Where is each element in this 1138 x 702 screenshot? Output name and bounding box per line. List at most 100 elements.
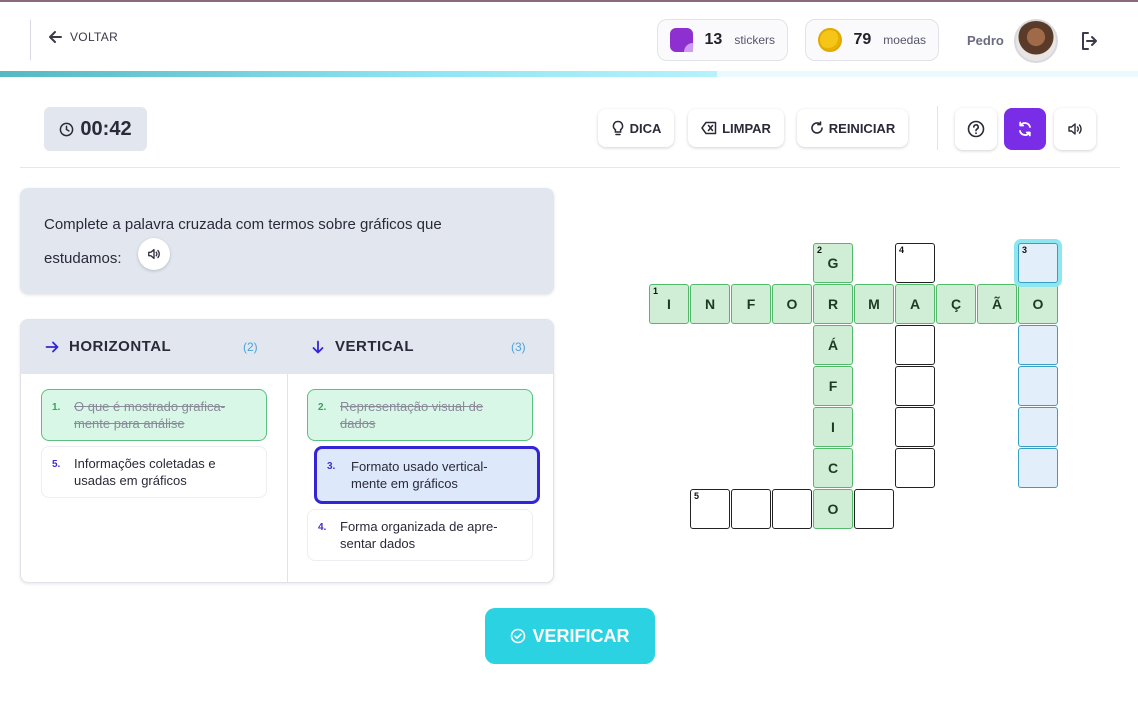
clue-number: 2. [318, 402, 327, 413]
clock-icon [60, 122, 74, 136]
cell-number: 1 [653, 286, 659, 296]
help-button[interactable] [955, 108, 997, 150]
cell-1-4[interactable]: O [772, 284, 812, 324]
cell-4-1[interactable]: 4 [895, 243, 935, 283]
clue-horizontal-1[interactable]: 1. O que é mostrado grafica- mente para … [41, 389, 267, 441]
cell-2-7[interactable]: O [813, 489, 853, 529]
clue-number: 4. [318, 522, 327, 533]
clue-text-line1: Forma organizada de apre- [340, 519, 498, 534]
stickers-label: stickers [734, 33, 775, 47]
cell-1-7[interactable]: A [895, 284, 935, 324]
toolbar-separator [937, 106, 938, 150]
cell-letter: C [827, 460, 839, 476]
clue-vertical-3[interactable]: 3. Formato usado vertical- mente em gráf… [314, 446, 540, 504]
cell-1-6[interactable]: M [854, 284, 894, 324]
cell-1-9[interactable]: Ã [977, 284, 1017, 324]
vertical-title: VERTICAL [311, 338, 414, 355]
cell-2-1[interactable]: 2G [813, 243, 853, 283]
clue-text-line2: mente para análise [74, 416, 185, 431]
cell-3-1[interactable]: 3 [1018, 243, 1058, 283]
horizontal-title: HORIZONTAL [45, 338, 171, 355]
cell-letter: M [868, 296, 880, 312]
backspace-icon [701, 121, 717, 135]
progress-fill [0, 71, 717, 77]
coins-count: 79 [853, 31, 872, 48]
cell-5-2[interactable] [731, 489, 771, 529]
volume-icon [1068, 123, 1082, 135]
coin-icon [818, 28, 842, 52]
clue-text-line2: dados [340, 416, 376, 431]
hint-label: DICA [629, 120, 662, 136]
cell-5-5[interactable] [854, 489, 894, 529]
cell-2-3[interactable]: Á [813, 325, 853, 365]
cell-3-6[interactable] [1018, 448, 1058, 488]
cell-2-4[interactable]: F [813, 366, 853, 406]
cell-5-3[interactable] [772, 489, 812, 529]
cell-1-1[interactable]: 1I [649, 284, 689, 324]
clue-vertical-2[interactable]: 2. Representação visual de dados [307, 389, 533, 441]
cell-2-5[interactable]: I [813, 407, 853, 447]
hint-button[interactable]: DICA [598, 109, 674, 147]
cell-letter: O [786, 296, 798, 312]
sync-button[interactable] [1004, 108, 1046, 150]
cell-1-3[interactable]: F [731, 284, 771, 324]
cell-1-5[interactable]: R [813, 284, 853, 324]
cell-letter: R [827, 296, 839, 312]
clue-horizontal-5[interactable]: 5. Informações coletadas e usadas em grá… [41, 446, 267, 498]
instruction-text-line2: estudamos: [44, 250, 122, 267]
volume-button[interactable] [1054, 108, 1096, 150]
clear-label: LIMPAR [722, 120, 771, 136]
read-aloud-button[interactable] [138, 238, 170, 270]
stickers-counter[interactable]: 13 stickers [657, 19, 788, 61]
clue-vertical-4[interactable]: 4. Forma organizada de apre- sentar dado… [307, 509, 533, 561]
cell-4-5[interactable] [895, 407, 935, 447]
cell-letter: G [827, 255, 839, 271]
clues-panel: HORIZONTAL (2) VERTICAL (3) 1. O que é m… [20, 319, 554, 583]
cell-3-3[interactable] [1018, 325, 1058, 365]
cell-letter: Ç [950, 296, 962, 312]
arrow-down-icon [312, 340, 324, 353]
clue-number: 1. [52, 402, 61, 413]
cell-letter: O [827, 501, 839, 517]
stickers-count: 13 [704, 31, 723, 48]
clear-button[interactable]: LIMPAR [688, 109, 784, 147]
clue-text-line1: Informações coletadas e [74, 456, 216, 471]
cell-4-6[interactable] [895, 448, 935, 488]
clue-text-line2: usadas em gráficos [74, 473, 187, 488]
cell-letter: N [704, 296, 716, 312]
avatar[interactable] [1014, 19, 1058, 63]
cell-4-3[interactable] [895, 325, 935, 365]
clue-text-line1: O que é mostrado grafica- [74, 399, 226, 414]
cell-2-6[interactable]: C [813, 448, 853, 488]
clues-header: HORIZONTAL (2) VERTICAL (3) [21, 320, 553, 374]
cell-1-10[interactable]: O [1018, 284, 1058, 324]
vertical-count: (3) [511, 340, 526, 354]
back-label: VOLTAR [70, 30, 119, 44]
restart-button[interactable]: REINICIAR [797, 109, 908, 147]
cell-5-1[interactable]: 5 [690, 489, 730, 529]
coins-counter[interactable]: 79 moedas [805, 19, 939, 61]
logout-icon[interactable] [1078, 29, 1102, 53]
user-name: Pedro [967, 33, 1004, 48]
verify-button[interactable]: VERIFICAR [485, 608, 655, 664]
cell-1-8[interactable]: Ç [936, 284, 976, 324]
timer: 00:42 [44, 107, 147, 151]
cell-3-4[interactable] [1018, 366, 1058, 406]
cell-letter: F [746, 296, 756, 312]
horizontal-title-text: HORIZONTAL [69, 338, 172, 355]
clue-text-line1: Representação visual de [340, 399, 484, 414]
top-bar-separator [30, 20, 31, 60]
cell-number: 5 [694, 491, 700, 501]
cell-1-2[interactable]: N [690, 284, 730, 324]
clues-column-divider [287, 374, 288, 582]
back-button[interactable]: VOLTAR [46, 28, 118, 46]
check-circle-icon [511, 628, 526, 644]
cell-letter: I [667, 296, 671, 312]
restart-label: REINICIAR [828, 120, 896, 136]
instruction-box: Complete a palavra cruzada com termos so… [20, 188, 554, 294]
lightbulb-icon [612, 120, 623, 136]
cell-3-5[interactable] [1018, 407, 1058, 447]
cell-letter: F [828, 378, 838, 394]
cell-4-4[interactable] [895, 366, 935, 406]
arrow-right-icon [45, 341, 59, 352]
